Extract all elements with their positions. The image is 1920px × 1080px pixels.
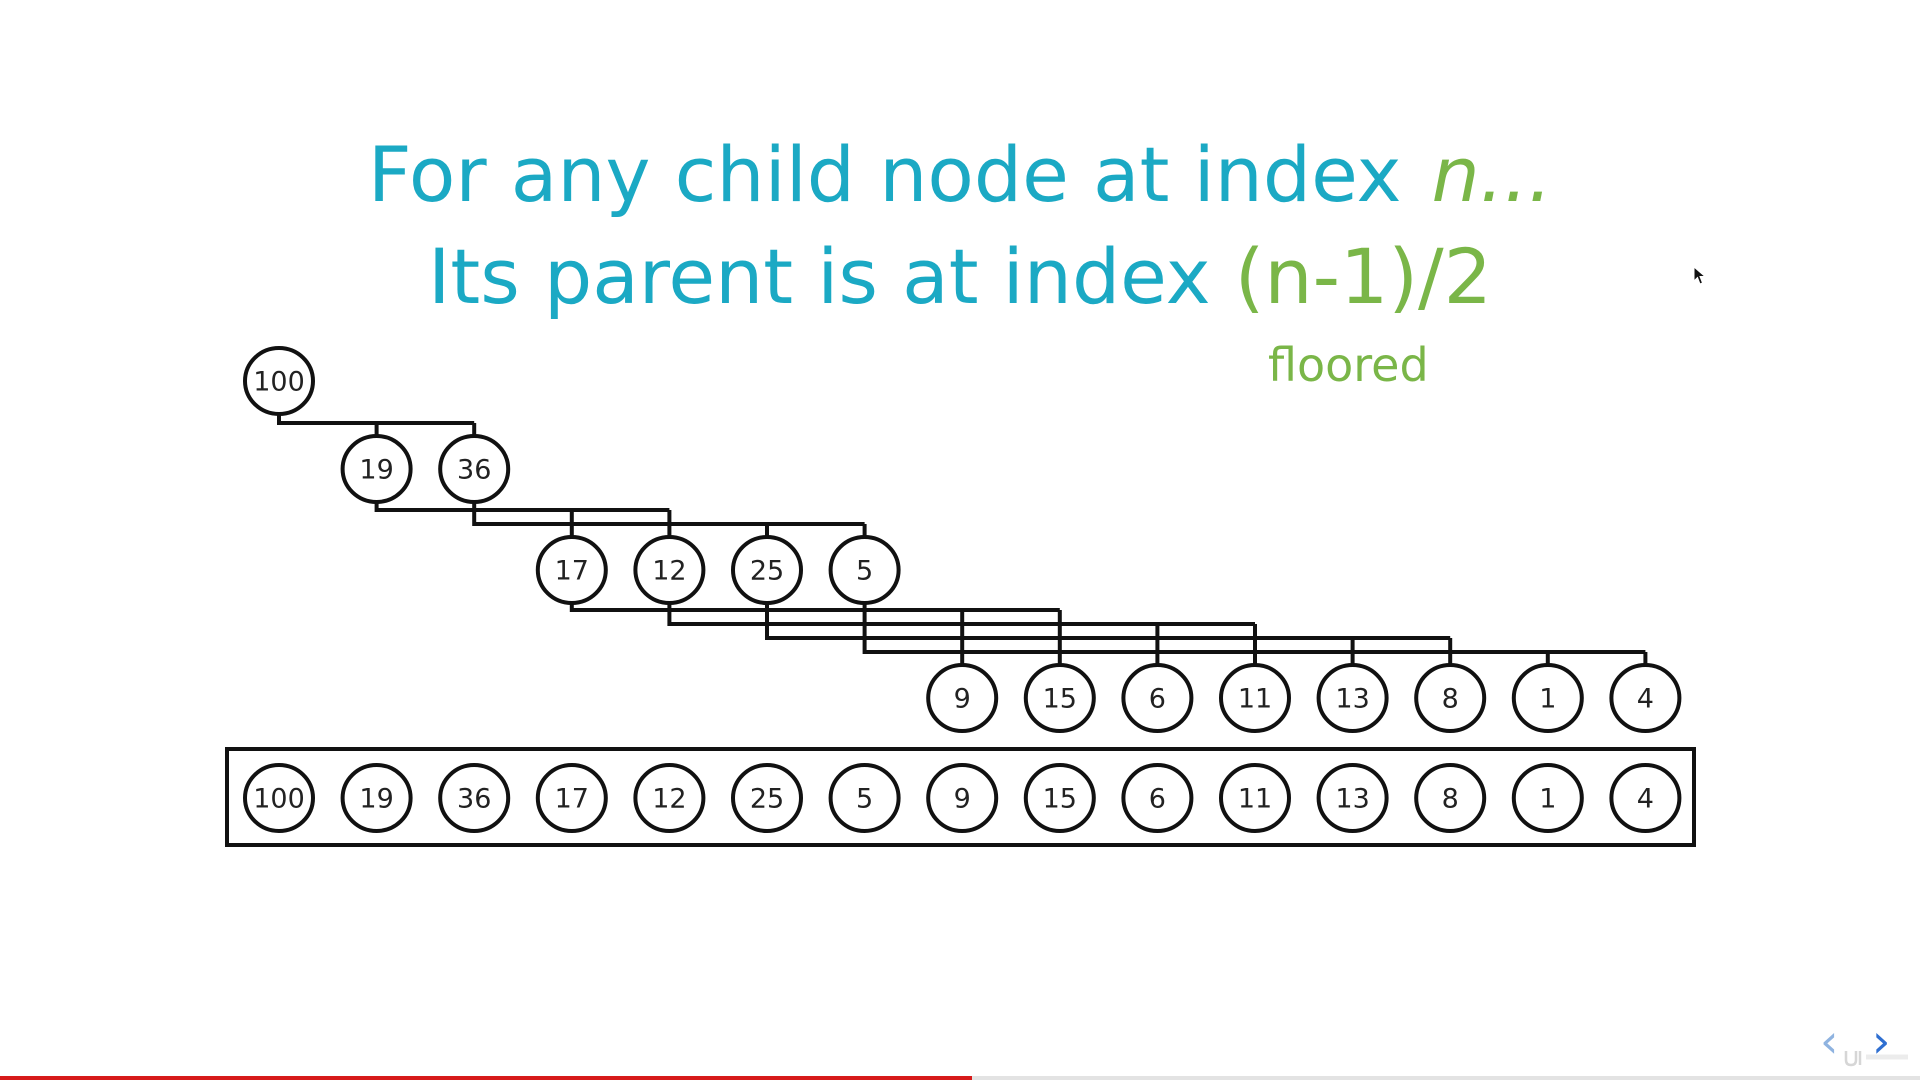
- array-cell: 11: [1219, 763, 1291, 833]
- tree-node-label: 36: [457, 455, 491, 486]
- array-cell-label: 36: [457, 784, 491, 815]
- tree-node: 8: [1414, 663, 1487, 733]
- tree-node-label: 4: [1637, 684, 1654, 715]
- heap-diagram: 10019 3617 12 25 59 15 6 11 13 8 1 4 100 19 36 17 12 25 5…: [225, 346, 1696, 847]
- tree-node: 9: [926, 663, 999, 733]
- array-cell: 15: [1023, 763, 1096, 833]
- tree-node: 36: [438, 434, 511, 504]
- slide: For any child node at index n... Its pare…: [0, 0, 1920, 1080]
- tree-edge: [569, 604, 1062, 664]
- tree-node: 12: [633, 535, 706, 605]
- tree-edge: [374, 503, 672, 536]
- array-cell: 13: [1316, 763, 1389, 833]
- array-cell: 6: [1121, 763, 1194, 833]
- array-cell-label: 19: [359, 784, 393, 815]
- tree-node-label: 100: [253, 367, 305, 398]
- tree-node-label: 15: [1043, 684, 1077, 715]
- udemy-watermark: [1842, 1048, 1912, 1072]
- tree-node-label: 11: [1238, 684, 1272, 715]
- tree-edge: [765, 604, 1453, 664]
- tree-node-label: 9: [954, 684, 971, 715]
- tree-node: 19: [340, 434, 413, 504]
- array-cell-label: 17: [555, 784, 589, 815]
- array-cell: 1: [1511, 763, 1584, 833]
- array-cell-label: 11: [1238, 784, 1272, 815]
- array-cell: 100: [243, 763, 315, 833]
- array-cell: 17: [535, 763, 608, 833]
- array-cell-label: 12: [652, 784, 686, 815]
- tree-node-label: 25: [750, 556, 784, 587]
- tree-node-label: 6: [1149, 684, 1166, 715]
- video-progress-fill: [0, 1076, 972, 1080]
- video-progress-bar[interactable]: [0, 1076, 1920, 1080]
- tree-node-label: 1: [1539, 684, 1556, 715]
- array-cell: 5: [828, 763, 901, 833]
- array-cell: 12: [633, 763, 706, 833]
- array-cell: 4: [1609, 763, 1682, 833]
- tree-node: 25: [731, 535, 803, 605]
- array-cell-label: 13: [1335, 784, 1369, 815]
- tree-node-label: 17: [555, 556, 589, 587]
- tree-node: 17: [535, 535, 608, 605]
- tree-node-label: 19: [359, 455, 393, 486]
- array-cell-label: 8: [1442, 784, 1459, 815]
- array-cell-label: 15: [1043, 784, 1077, 815]
- tree-nodes: 100 19 36 17 12 25 5 9 15 6 11 13 8 1 4: [243, 346, 1682, 733]
- tree-node: 15: [1023, 663, 1096, 733]
- array-cell: 36: [438, 763, 511, 833]
- tree-node: 1: [1511, 663, 1584, 733]
- tree-node-label: 12: [652, 556, 686, 587]
- tree-node: 4: [1609, 663, 1682, 733]
- tree-node: 11: [1219, 663, 1291, 733]
- array-cells: 100 19 36 17 12 25 5 9 15 6 11 13 8 1 4: [243, 763, 1682, 833]
- array-cell-label: 5: [856, 784, 873, 815]
- tree-node-label: 8: [1442, 684, 1459, 715]
- array-cell-label: 1: [1539, 784, 1556, 815]
- array-cell-label: 100: [253, 784, 305, 815]
- tree-node: 13: [1316, 663, 1389, 733]
- watermark-logo-icon: [1844, 1051, 1908, 1067]
- array-cell-label: 25: [750, 784, 784, 815]
- array-cell: 9: [926, 763, 999, 833]
- tree-node: 5: [828, 535, 901, 605]
- mouse-cursor-icon: [1693, 266, 1707, 285]
- array-cell: 19: [340, 763, 413, 833]
- array-cell-label: 9: [954, 784, 971, 815]
- tree-node: 100: [243, 346, 315, 416]
- chevron-left-icon[interactable]: ‹: [1820, 1018, 1838, 1064]
- array-cell-label: 4: [1637, 784, 1654, 815]
- array-cell-label: 6: [1149, 784, 1166, 815]
- tree-node-label: 13: [1335, 684, 1369, 715]
- array-cell: 8: [1414, 763, 1487, 833]
- array-cell: 25: [731, 763, 803, 833]
- tree-node-label: 5: [856, 556, 873, 587]
- tree-node: 6: [1121, 663, 1194, 733]
- tree-edge: [277, 415, 477, 435]
